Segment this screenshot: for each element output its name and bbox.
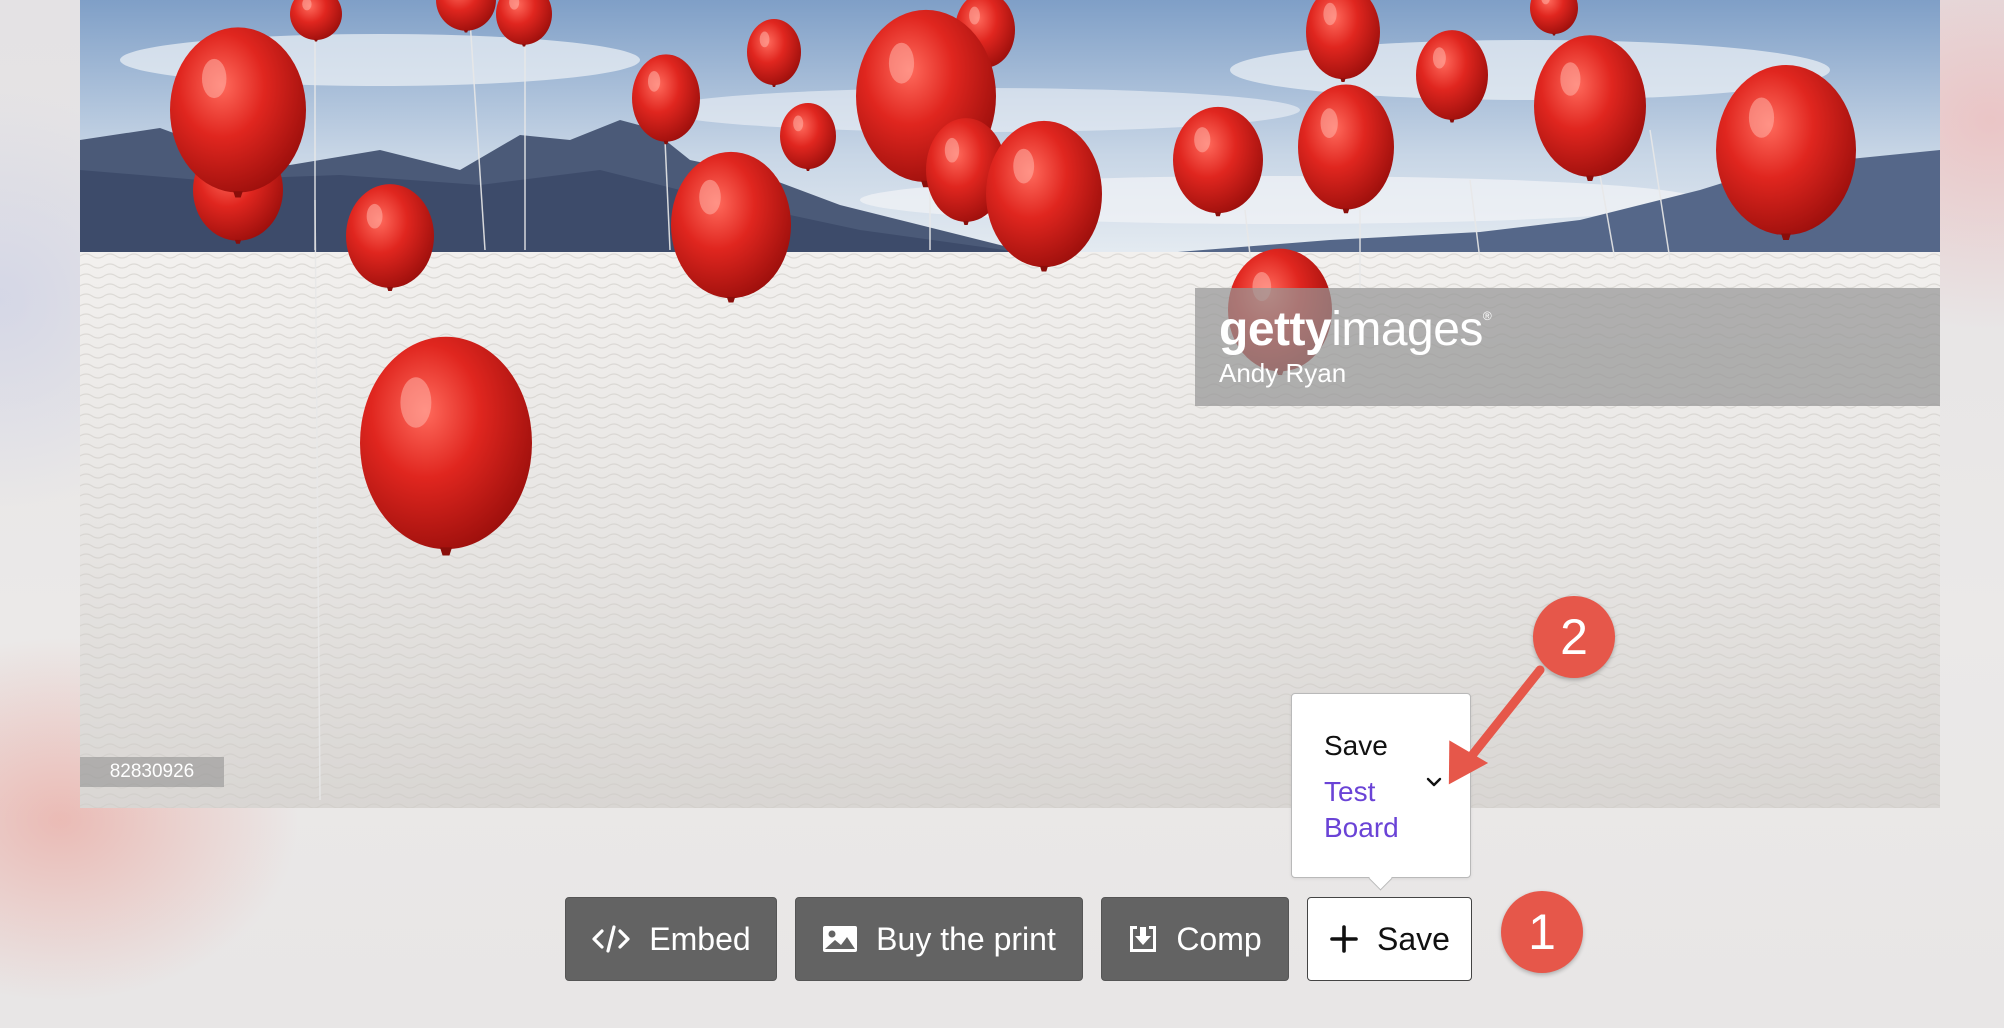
popover-title: Save [1324, 730, 1388, 761]
image-icon [823, 926, 858, 952]
buy-the-print-button[interactable]: Buy the print [795, 897, 1083, 981]
download-icon [1130, 926, 1157, 952]
comp-download-button[interactable]: Comp [1101, 897, 1289, 981]
getty-images-watermark: gettyimages® Andy Ryan [1195, 288, 1940, 406]
code-icon [592, 925, 630, 953]
buy-the-print-label: Buy the print [876, 920, 1056, 957]
embed-button[interactable]: Embed [565, 897, 777, 981]
embed-label: Embed [649, 920, 751, 957]
step-1-callout: 1 [1501, 891, 1583, 973]
comp-label: Comp [1176, 920, 1262, 957]
board-select-link[interactable]: Test Board [1324, 774, 1424, 846]
save-label: Save [1377, 920, 1450, 957]
plus-icon [1330, 925, 1358, 953]
save-button[interactable]: Save [1307, 897, 1472, 981]
pointer-arrow-icon [1448, 665, 1545, 785]
getty-images-logo: gettyimages® [1219, 303, 1492, 356]
photo-credit: Andy Ryan [1219, 358, 1347, 388]
stock-photo: gettyimages® Andy Ryan 82830926 [80, 0, 1940, 808]
image-id-label: 82830926 [80, 757, 224, 787]
